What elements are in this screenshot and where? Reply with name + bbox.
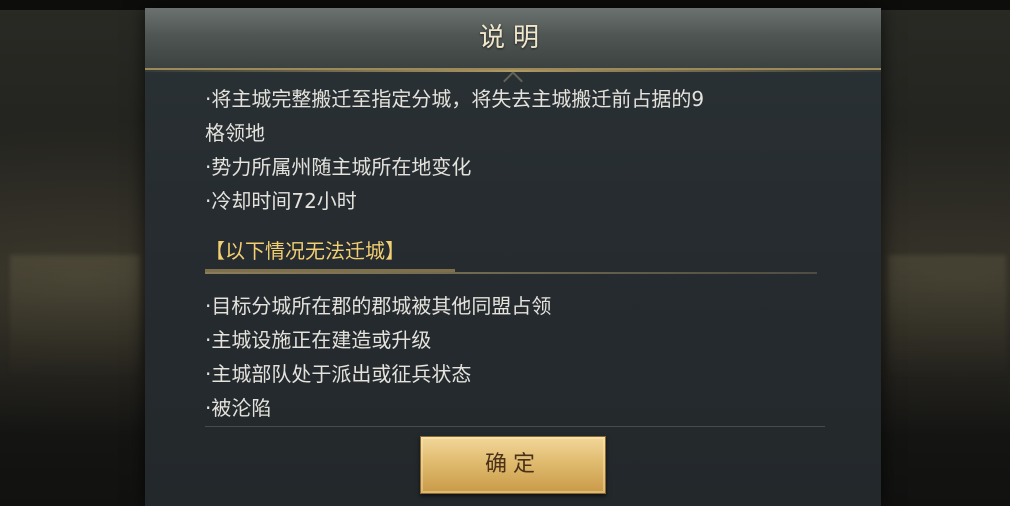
- condition-item: ·被沦陷: [205, 396, 272, 420]
- conditions-list: ·目标分城所在郡的郡城被其他同盟占领 ·主城设施正在建造或升级 ·主城部队处于派…: [205, 289, 835, 425]
- background-left-panel: [10, 255, 140, 375]
- condition-item: ·主城设施正在建造或升级: [205, 328, 432, 352]
- info-dialog: 说明 ·将主城完整搬迁至指定分城，将失去主城搬迁前占据的9 格领地 ·势力所属州…: [145, 8, 881, 506]
- condition-item: ·主城部队处于派出或征兵状态: [205, 362, 472, 386]
- confirm-button-label: 确定: [484, 452, 541, 477]
- intro-line: ·冷却时间72小时: [205, 189, 357, 213]
- section-title: 【以下情况无法迁城】: [205, 239, 405, 263]
- dialog-title: 说明: [478, 23, 547, 53]
- intro-line: ·将主城完整搬迁至指定分城，将失去主城搬迁前占据的9: [205, 87, 705, 111]
- confirm-button[interactable]: 确定: [420, 436, 606, 494]
- intro-text: ·将主城完整搬迁至指定分城，将失去主城搬迁前占据的9 格领地 ·势力所属州随主城…: [205, 82, 835, 218]
- dialog-header: 说明: [145, 8, 881, 72]
- intro-line: 格领地: [205, 121, 265, 145]
- intro-line: ·势力所属州随主城所在地变化: [205, 155, 472, 179]
- bottom-divider: [205, 426, 825, 427]
- background-right-panel: [888, 255, 1006, 375]
- condition-item: ·目标分城所在郡的郡城被其他同盟占领: [205, 294, 552, 318]
- section-divider: [205, 269, 817, 274]
